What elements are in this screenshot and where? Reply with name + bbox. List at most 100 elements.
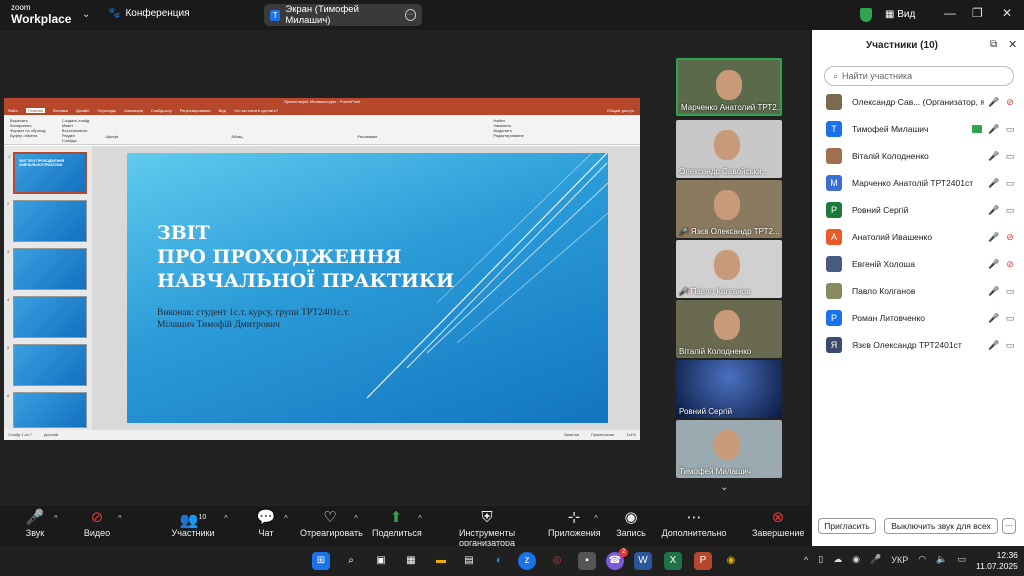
- viber-icon[interactable]: ☎ 2: [606, 548, 628, 570]
- more-button[interactable]: ⋯ Дополнительно: [660, 506, 728, 546]
- ppt-tab[interactable]: Рецензирование: [180, 108, 211, 113]
- zoom-tray-icon[interactable]: ◉: [852, 554, 860, 565]
- video-tile[interactable]: 🎤̸ Язєв Олександр ТРТ2...: [676, 180, 782, 238]
- more-options-icon[interactable]: ···: [404, 9, 416, 21]
- video-tile[interactable]: Ровний Сергій: [676, 360, 782, 418]
- ppt-tab[interactable]: Дизайн: [76, 108, 89, 113]
- apps-button[interactable]: ⊹ Приложения ^: [548, 506, 601, 546]
- chevron-up-icon[interactable]: ^: [804, 555, 808, 565]
- ppt-tab[interactable]: Слайд-шоу: [151, 108, 172, 113]
- react-button[interactable]: ♡ Отреагировать ^: [300, 506, 363, 546]
- clock[interactable]: 12:36 11.07.2025: [976, 550, 1018, 572]
- participant-video: [714, 130, 740, 160]
- participant-row[interactable]: A Анатолий Ивашенко 🎤 ⊘: [826, 228, 1016, 246]
- view-button[interactable]: ▦ Вид: [885, 9, 915, 20]
- restore-icon[interactable]: ❐: [972, 6, 983, 20]
- search-icon[interactable]: ⌕: [342, 552, 360, 570]
- ppt-tab[interactable]: Анимация: [124, 108, 143, 113]
- wifi-icon[interactable]: ◠: [918, 554, 926, 565]
- chat-button[interactable]: 💬 Чат ^: [254, 506, 288, 546]
- mic-icon: 🎤: [988, 177, 1000, 188]
- file-explorer-icon[interactable]: ▬: [432, 552, 450, 570]
- zoom-icon[interactable]: z: [518, 552, 536, 570]
- share-button[interactable]: ⬆ Поделиться ^: [372, 506, 422, 546]
- search-icon: ⌕: [833, 70, 839, 81]
- onedrive-icon[interactable]: ☁: [833, 554, 842, 565]
- participant-row[interactable]: Олександр Сав... (Организатор, я) 🎤 ⊘: [826, 93, 1016, 111]
- avatar: P: [826, 202, 842, 218]
- participant-row[interactable]: Віталій Колодненко 🎤 ▭: [826, 147, 1016, 165]
- slide-thumbnail[interactable]: 3: [7, 248, 87, 290]
- task-view-icon[interactable]: ▣: [372, 552, 390, 570]
- chevron-down-icon[interactable]: ⌄: [82, 9, 90, 20]
- ppt-tell-me[interactable]: Что вы хотите сделать?: [234, 108, 278, 113]
- store-icon[interactable]: ▤: [460, 552, 478, 570]
- powerpoint-icon[interactable]: P: [694, 552, 712, 570]
- battery-icon[interactable]: ▭: [957, 554, 966, 565]
- close-icon[interactable]: ✕: [1002, 6, 1012, 20]
- minimize-icon[interactable]: —: [944, 6, 956, 20]
- record-button[interactable]: ◉ Запись: [614, 506, 648, 546]
- start-icon[interactable]: ⊞: [312, 552, 330, 570]
- notes-button[interactable]: Заметки: [564, 432, 579, 438]
- ppt-tab[interactable]: Файл: [8, 108, 18, 113]
- ppt-tab[interactable]: Переходы: [97, 108, 116, 113]
- participant-row[interactable]: P Роман Литовченко 🎤 ▭: [826, 309, 1016, 327]
- mute-all-button[interactable]: Выключить звук для всех: [884, 518, 998, 534]
- ppt-tab[interactable]: Главная: [25, 108, 46, 113]
- panel-more-button[interactable]: ···: [1002, 518, 1016, 534]
- security-shield-icon[interactable]: [860, 8, 872, 22]
- zoom-level[interactable]: 114%: [626, 432, 636, 438]
- ppt-tab[interactable]: Вставка: [53, 108, 68, 113]
- camera-icon: ▭: [1005, 285, 1015, 296]
- language-indicator[interactable]: УКР: [891, 555, 908, 565]
- video-tile[interactable]: Віталій Колодненко: [676, 300, 782, 358]
- chevron-down-icon[interactable]: ⌄: [720, 482, 728, 493]
- slide-thumbnail[interactable]: 1 ЗВІТ ПРО ПРОХОДЖЕННЯ НАВЧАЛЬНОЇ ПРАКТИК…: [8, 152, 87, 194]
- video-tile[interactable]: Тимофей Милашич: [676, 420, 782, 478]
- host-tools-button[interactable]: ⛨ Инструменты организатора: [432, 506, 542, 548]
- slide-thumbnail[interactable]: 6: [7, 392, 87, 428]
- excel-icon[interactable]: X: [664, 552, 682, 570]
- audio-button[interactable]: 🎤 Звук ^: [20, 506, 58, 546]
- participant-row[interactable]: Я Язєв Олександр ТРТ2401ст 🎤 ▭: [826, 336, 1016, 354]
- app-icon[interactable]: ▪: [578, 552, 596, 570]
- ppt-title-bar: Презентація1 Милашич.pptx - PowerPoint: [4, 98, 640, 106]
- slide-thumbnail[interactable]: 2: [7, 200, 87, 242]
- app-icon[interactable]: ▦: [402, 552, 420, 570]
- close-icon[interactable]: ✕: [1008, 38, 1017, 51]
- participant-row[interactable]: M Марченко Анатолій ТРТ2401ст 🎤 ▭: [826, 174, 1016, 192]
- avatar: Я: [826, 337, 842, 353]
- video-tile[interactable]: 🎤̸ Павло Колганов: [676, 240, 782, 298]
- mic-muted-icon: 🎤: [988, 285, 1000, 296]
- slide-subtitle[interactable]: Виконав: студент 1с.т. курсу, групи ТРТ2…: [157, 307, 457, 331]
- participants-button[interactable]: 👥10 Участники ^: [168, 506, 228, 546]
- video-tile[interactable]: Олександр Савойськи...: [676, 120, 782, 178]
- slide-thumbnail[interactable]: 5: [7, 344, 87, 386]
- app-tray-icon[interactable]: ▯: [818, 554, 823, 565]
- ppt-share-button[interactable]: Общий доступ: [607, 108, 640, 113]
- comments-button[interactable]: Примечания: [591, 432, 614, 438]
- popout-icon[interactable]: ⧉: [990, 39, 997, 50]
- video-tile[interactable]: Марченко Анатолий ТРТ2...: [676, 58, 782, 116]
- current-slide[interactable]: ЗВІТ ПРО ПРОХОДЖЕННЯ НАВЧАЛЬНОЇ ПРАКТИКИ…: [127, 153, 608, 423]
- participant-row[interactable]: Евгенiй Холоша 🎤 ⊘: [826, 255, 1016, 273]
- participant-row[interactable]: Павло Колганов 🎤 ▭: [826, 282, 1016, 300]
- participant-row[interactable]: T Тимофей Милашич 🎤 ▭: [826, 120, 1016, 138]
- meeting-info-button[interactable]: 🐾 Конференция: [108, 8, 190, 19]
- slide-thumbnail[interactable]: 4: [7, 296, 87, 338]
- ppt-tab[interactable]: Вид: [219, 108, 226, 113]
- anydesk-icon[interactable]: ◎: [548, 552, 566, 570]
- search-input[interactable]: ⌕ Найти участника: [824, 66, 1014, 86]
- chrome-icon[interactable]: ◉: [722, 552, 740, 570]
- video-button[interactable]: ⊘ Видео ^: [82, 506, 122, 546]
- mic-icon[interactable]: 🎤: [870, 554, 881, 565]
- screen-share-pill[interactable]: T Экран (Тимофей Милашич) ···: [264, 4, 422, 26]
- edge-icon[interactable]: ◐: [490, 552, 508, 570]
- invite-button[interactable]: Пригласить: [818, 518, 876, 534]
- participant-row[interactable]: P Ровний Сергій 🎤 ▭: [826, 201, 1016, 219]
- slide-title[interactable]: ЗВІТ ПРО ПРОХОДЖЕННЯ НАВЧАЛЬНОЇ ПРАКТИКИ: [157, 221, 457, 293]
- end-button[interactable]: ⊗ Завершение: [752, 506, 804, 546]
- word-icon[interactable]: W: [634, 552, 652, 570]
- volume-icon[interactable]: 🔈: [936, 554, 947, 565]
